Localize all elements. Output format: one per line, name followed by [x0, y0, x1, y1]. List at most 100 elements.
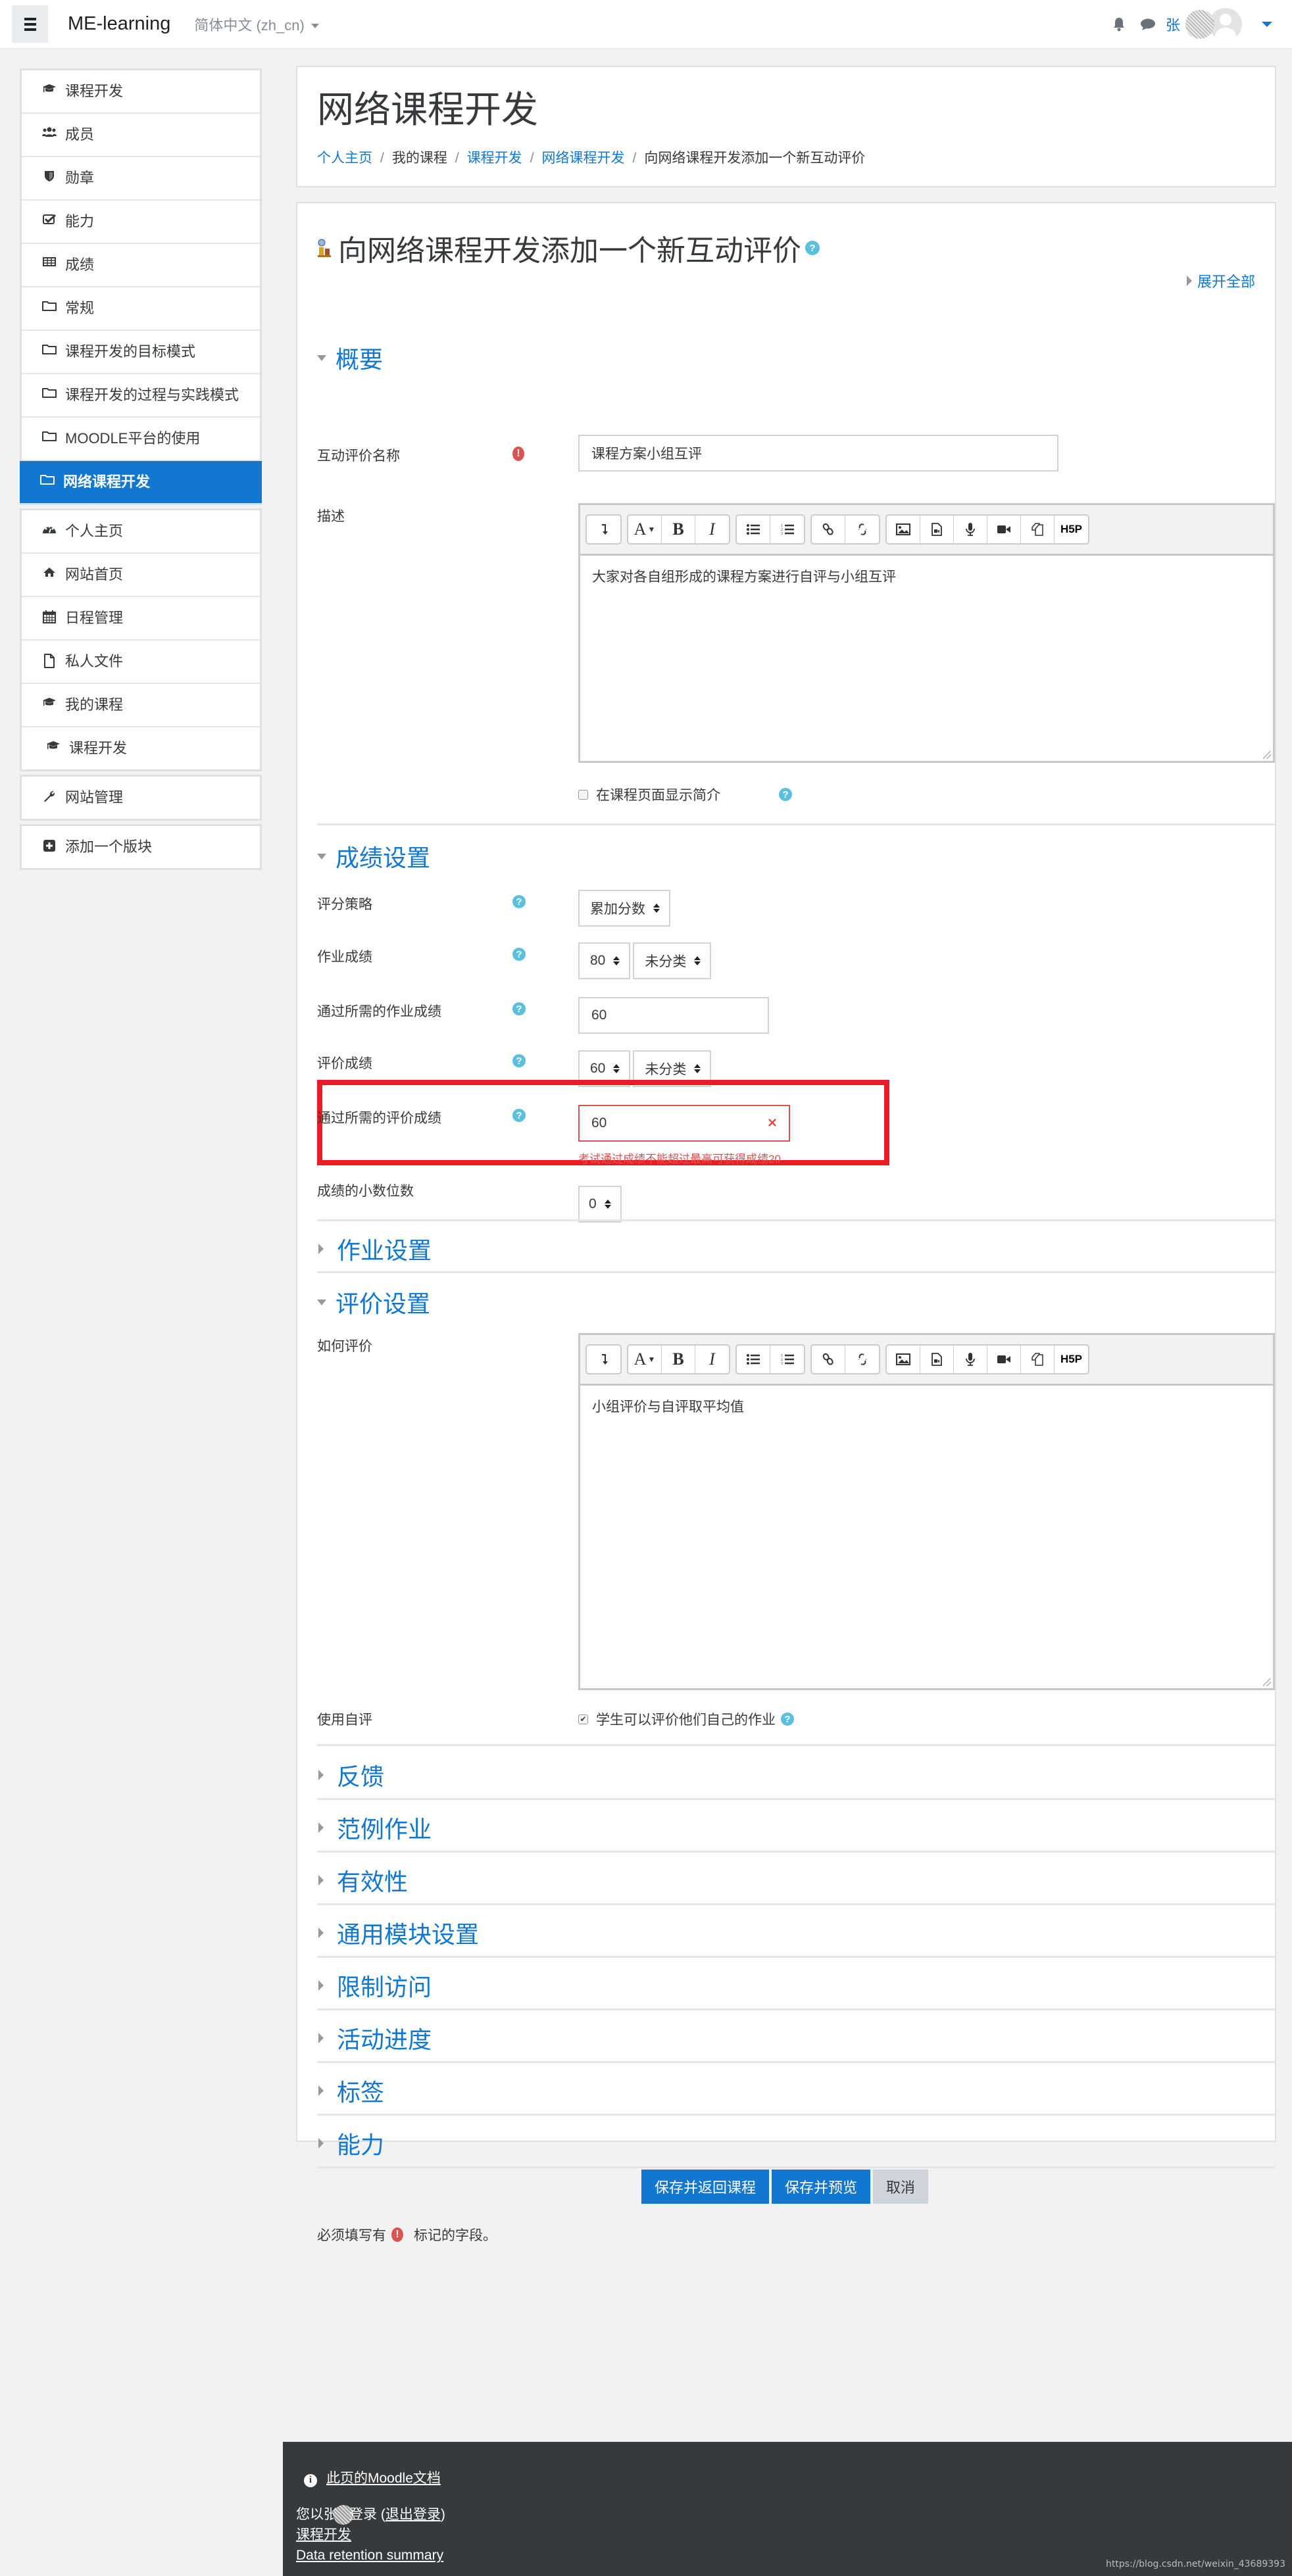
- name-input[interactable]: 课程方案小组互评: [578, 435, 1058, 472]
- unordered-list-icon[interactable]: [737, 516, 770, 543]
- breadcrumb-item[interactable]: 网络课程开发: [542, 151, 625, 166]
- sidebar-item[interactable]: 能力: [22, 201, 260, 244]
- sidebar-item[interactable]: 常规: [22, 287, 260, 331]
- messages-icon[interactable]: [1138, 14, 1158, 34]
- submission-pass-input[interactable]: 60: [578, 997, 769, 1034]
- section-header[interactable]: 限制访问: [317, 1969, 1255, 2002]
- assessment-pass-input[interactable]: 60 ×: [578, 1105, 790, 1142]
- section-submission-settings-header[interactable]: 作业设置: [317, 1232, 1255, 1265]
- sidebar-item[interactable]: 网站首页: [22, 554, 260, 597]
- sidebar-item[interactable]: 勋章: [22, 157, 260, 201]
- sidebar-item[interactable]: 成员: [22, 114, 260, 157]
- help-icon[interactable]: ?: [512, 948, 526, 961]
- sidebar-item[interactable]: 我的课程: [22, 684, 260, 727]
- section-general-header[interactable]: 概要: [317, 341, 383, 374]
- decimals-select[interactable]: 0: [578, 1186, 622, 1223]
- resize-handle[interactable]: [1263, 751, 1271, 759]
- cancel-button[interactable]: 取消: [873, 2170, 929, 2204]
- unordered-list-icon[interactable]: [737, 1346, 770, 1373]
- logout-link[interactable]: 退出登录: [385, 2507, 441, 2522]
- sidebar-item[interactable]: 网络课程开发: [20, 461, 262, 503]
- ordered-list-icon[interactable]: 123: [770, 1346, 804, 1373]
- section-header[interactable]: 能力: [317, 2127, 1255, 2160]
- show-description-checkbox[interactable]: [578, 789, 588, 800]
- collapse-icon[interactable]: [587, 1346, 620, 1373]
- section-header[interactable]: 标签: [317, 2074, 1255, 2107]
- bold-icon[interactable]: B: [662, 1346, 695, 1373]
- sidebar-item[interactable]: 课程开发: [22, 70, 260, 114]
- link-icon[interactable]: [812, 516, 845, 543]
- manage-files-icon[interactable]: [1021, 1346, 1055, 1373]
- link-icon[interactable]: [812, 1346, 845, 1373]
- notifications-bell-icon[interactable]: [1109, 14, 1129, 34]
- section-assessment-settings-header[interactable]: 评价设置: [317, 1286, 1255, 1319]
- sidebar-item[interactable]: 日程管理: [22, 597, 260, 641]
- save-and-display-button[interactable]: 保存并预览: [771, 2170, 870, 2204]
- paragraph-style-icon[interactable]: A ▼: [628, 516, 662, 543]
- help-icon[interactable]: ?: [805, 241, 820, 255]
- unlink-icon[interactable]: [845, 1346, 879, 1373]
- section-header[interactable]: 反馈: [317, 1759, 1255, 1791]
- unlink-icon[interactable]: [845, 516, 879, 543]
- self-assessment-checkbox[interactable]: ✔: [578, 1714, 588, 1724]
- expand-all-link[interactable]: 展开全部: [1186, 270, 1255, 291]
- section-header[interactable]: 活动进度: [317, 2022, 1255, 2054]
- media-icon[interactable]: [920, 516, 954, 543]
- sidebar-item[interactable]: MOODLE平台的使用: [22, 418, 260, 461]
- help-icon[interactable]: ?: [512, 895, 526, 908]
- media-icon[interactable]: [920, 1346, 954, 1373]
- record-video-icon[interactable]: [987, 1346, 1021, 1373]
- help-icon[interactable]: ?: [779, 788, 792, 801]
- section-header[interactable]: 通用模块设置: [317, 1916, 1255, 1949]
- language-menu[interactable]: 简体中文 (zh_cn): [194, 14, 319, 35]
- image-icon[interactable]: [887, 1346, 920, 1373]
- info-icon: i: [304, 2473, 317, 2487]
- drawer-toggle-button[interactable]: [12, 5, 48, 43]
- section-title: 概要: [335, 346, 384, 373]
- sidebar-item[interactable]: 成绩: [22, 244, 260, 287]
- instructions-textarea[interactable]: 小组评价与自评取平均值: [580, 1386, 1273, 1688]
- sidebar-item[interactable]: 个人主页: [22, 510, 260, 554]
- resize-handle[interactable]: [1263, 1678, 1271, 1686]
- submission-grade-select[interactable]: 80: [578, 942, 631, 979]
- submission-category-select[interactable]: 未分类: [633, 942, 712, 979]
- save-and-return-button[interactable]: 保存并返回课程: [641, 2170, 769, 2204]
- moodle-docs-link[interactable]: 此页的Moodle文档: [326, 2471, 441, 2486]
- h5p-icon[interactable]: H5P: [1055, 516, 1088, 543]
- course-home-link[interactable]: 课程开发: [296, 2527, 351, 2542]
- collapse-icon[interactable]: [587, 516, 620, 543]
- grading-strategy-select[interactable]: 累加分数: [578, 890, 670, 927]
- h5p-icon[interactable]: H5P: [1055, 1346, 1088, 1373]
- section-header[interactable]: 范例作业: [317, 1811, 1255, 1844]
- section-header[interactable]: 有效性: [317, 1864, 1255, 1897]
- image-icon[interactable]: [887, 516, 920, 543]
- help-icon[interactable]: ?: [781, 1713, 794, 1726]
- breadcrumb-item[interactable]: 课程开发: [467, 151, 522, 166]
- sidebar-item[interactable]: 私人文件: [22, 641, 260, 684]
- record-video-icon[interactable]: [987, 516, 1021, 543]
- sidebar-item[interactable]: 课程开发: [22, 727, 260, 769]
- help-icon[interactable]: ?: [512, 1054, 526, 1067]
- sidebar-item[interactable]: 添加一个版块: [22, 826, 260, 868]
- user-menu-caret-icon[interactable]: [1262, 21, 1272, 27]
- paragraph-style-icon[interactable]: A ▼: [628, 1346, 662, 1373]
- sidebar-item[interactable]: 网站管理: [22, 777, 260, 819]
- site-brand[interactable]: ME-learning: [68, 13, 170, 35]
- sidebar-item[interactable]: 课程开发的目标模式: [22, 331, 260, 374]
- italic-icon[interactable]: I: [695, 1346, 729, 1373]
- sidebar-item[interactable]: 课程开发的过程与实践模式: [22, 374, 260, 418]
- folder-icon: [41, 301, 57, 311]
- help-icon[interactable]: ?: [512, 1002, 526, 1015]
- breadcrumb-item[interactable]: 个人主页: [317, 151, 372, 166]
- help-icon[interactable]: ?: [512, 1109, 526, 1122]
- italic-icon[interactable]: I: [695, 516, 729, 543]
- description-textarea[interactable]: 大家对各自组形成的课程方案进行自评与小组互评: [580, 556, 1273, 761]
- data-retention-link[interactable]: Data retention summary: [296, 2548, 443, 2563]
- manage-files-icon[interactable]: [1021, 516, 1055, 543]
- record-audio-icon[interactable]: [954, 1346, 987, 1373]
- record-audio-icon[interactable]: [954, 516, 987, 543]
- bold-icon[interactable]: B: [662, 516, 695, 543]
- user-name[interactable]: 张: [1166, 14, 1180, 35]
- section-grading-header[interactable]: 成绩设置: [317, 840, 1255, 873]
- ordered-list-icon[interactable]: 123: [770, 516, 804, 543]
